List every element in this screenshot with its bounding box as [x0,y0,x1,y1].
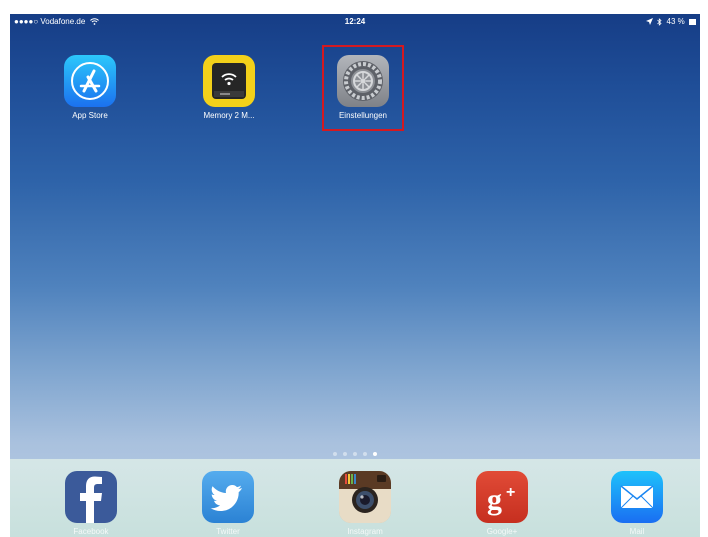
facebook-app[interactable]: Facebook [56,471,126,536]
instagram-app[interactable]: Instagram [330,471,400,536]
location-arrow-icon [646,18,654,26]
clock: 12:24 [344,17,366,26]
svg-text:+: + [506,484,515,501]
battery-percent: 43 % [666,17,685,26]
app-label: Google+ [486,527,518,536]
instagram-icon[interactable] [339,471,391,523]
twitter-icon[interactable] [202,471,254,523]
app-label: Mail [629,527,645,536]
mail-app[interactable]: Mail [602,471,672,536]
facebook-icon[interactable] [65,471,117,523]
bluetooth-icon [657,18,662,26]
battery-icon [689,18,696,25]
memory-app[interactable]: Memory 2 M... [184,55,274,120]
dock: Facebook Twitter Instagram g + Google+ M… [10,459,700,537]
app-label: Twitter [216,527,240,536]
google-plus-icon[interactable]: g + [476,471,528,523]
ipad-home-screen: ●●●●○ Vodafone.de 12:24 43 % App Store M… [10,14,700,537]
page-dot[interactable] [353,452,357,456]
page-dot-active[interactable] [373,452,377,456]
page-dot[interactable] [333,452,337,456]
app-label: Facebook [73,527,109,536]
app-store-app[interactable]: App Store [45,55,135,120]
page-dot[interactable] [343,452,347,456]
page-dot[interactable] [363,452,367,456]
twitter-app[interactable]: Twitter [193,471,263,536]
highlight-box [322,45,404,131]
status-bar: ●●●●○ Vodafone.de 12:24 43 % [10,14,700,30]
app-label: Memory 2 M... [203,111,255,120]
app-label: Instagram [347,527,383,536]
google-plus-app[interactable]: g + Google+ [467,471,537,536]
mail-icon[interactable] [611,471,663,523]
page-indicator[interactable] [10,448,700,456]
status-right: 43 % [646,14,696,30]
memory-drive-icon[interactable] [203,55,255,107]
svg-text:g: g [487,483,502,516]
app-store-icon[interactable] [64,55,116,107]
app-label: App Store [72,111,108,120]
